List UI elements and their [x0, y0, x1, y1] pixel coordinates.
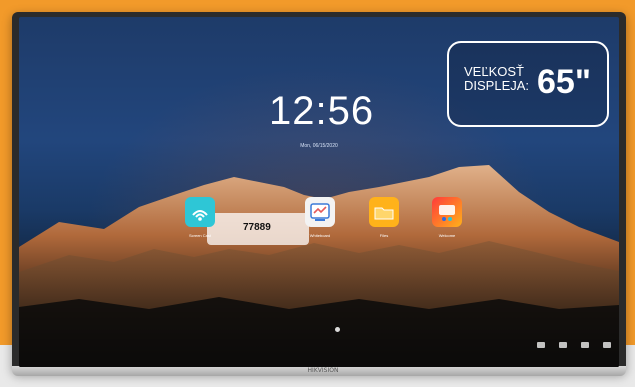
whiteboard-icon: [305, 197, 335, 227]
app-label: Welcome: [438, 233, 456, 238]
welcome-icon: [432, 197, 462, 227]
app-label: Whiteboard: [309, 233, 331, 238]
app-screen-cast[interactable]: Screen Cast: [185, 197, 226, 238]
app-whiteboard[interactable]: Whiteboard: [305, 197, 346, 238]
badge-label-line1: VEĽKOSŤ: [464, 64, 524, 79]
clock-date: Mon, 06/15/2020: [300, 143, 338, 149]
nav-icon-1[interactable]: [537, 342, 545, 348]
screencast-code: 77889: [243, 222, 271, 233]
folder-icon: [369, 197, 399, 227]
cast-icon: [185, 197, 215, 227]
app-files[interactable]: Files: [369, 197, 410, 238]
nav-icon-2[interactable]: [559, 342, 567, 348]
page-indicator: [335, 327, 340, 332]
clock-time: 12:56: [269, 89, 375, 133]
badge-size-value: 65": [537, 63, 591, 101]
tv-brand-label: HIKVISION: [307, 367, 339, 374]
display-size-badge: VEĽKOSŤ DISPLEJA: 65": [447, 41, 609, 127]
badge-label-line2: DISPLEJA:: [464, 78, 530, 93]
nav-icon-4[interactable]: [603, 342, 611, 348]
app-label: Screen Cast: [188, 233, 211, 238]
app-welcome[interactable]: Welcome: [432, 197, 473, 238]
bottom-nav-icons[interactable]: [537, 342, 611, 348]
app-label: Files: [379, 233, 389, 238]
nav-icon-3[interactable]: [581, 342, 589, 348]
